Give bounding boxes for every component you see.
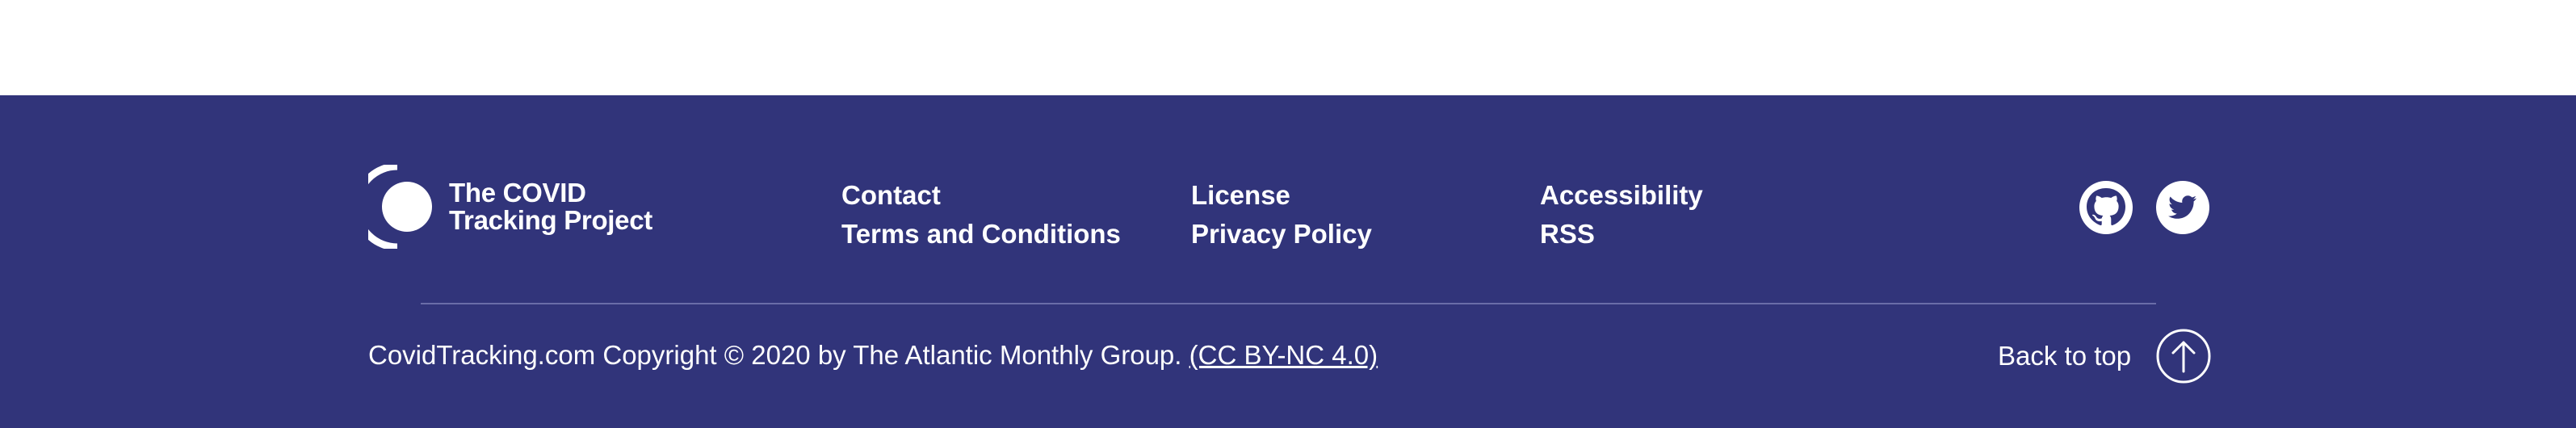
logo-text-line-1: The COVID [449,178,586,208]
footer-nav-column-2: License Privacy Policy [1191,176,1372,254]
twitter-link[interactable] [2156,181,2209,234]
terms-link[interactable]: Terms and Conditions [841,215,1121,254]
back-to-top-link[interactable]: Back to top [1998,328,2212,384]
copyright-notice: CovidTracking.com Copyright © 2020 by Th… [368,339,1378,371]
privacy-policy-link[interactable]: Privacy Policy [1191,215,1372,254]
logo-home-link[interactable]: The COVID Tracking Project [368,165,659,254]
footer-nav-column-3: Accessibility RSS [1540,176,1703,254]
github-icon [2079,181,2133,234]
license-link[interactable]: License [1191,176,1372,215]
logo-text: The COVID Tracking Project [449,179,652,234]
github-link[interactable] [2079,181,2133,234]
cc-license-link[interactable]: (CC BY-NC 4.0) [1189,340,1378,370]
site-footer: The COVID Tracking Project Contact Terms… [0,95,2576,428]
logo-icon [368,165,432,249]
contact-link[interactable]: Contact [841,176,1121,215]
logo-text-line-2: Tracking Project [449,205,652,235]
copyright-text: CovidTracking.com Copyright © 2020 by Th… [368,340,1182,370]
twitter-icon [2156,181,2209,234]
footer-nav-column-1: Contact Terms and Conditions [841,176,1121,254]
rss-link[interactable]: RSS [1540,215,1703,254]
arrow-up-circle-icon [2156,329,2211,384]
back-to-top-label: Back to top [1998,341,2132,371]
footer-divider [421,303,2156,304]
page-content-area [0,0,2576,95]
accessibility-link[interactable]: Accessibility [1540,176,1703,215]
